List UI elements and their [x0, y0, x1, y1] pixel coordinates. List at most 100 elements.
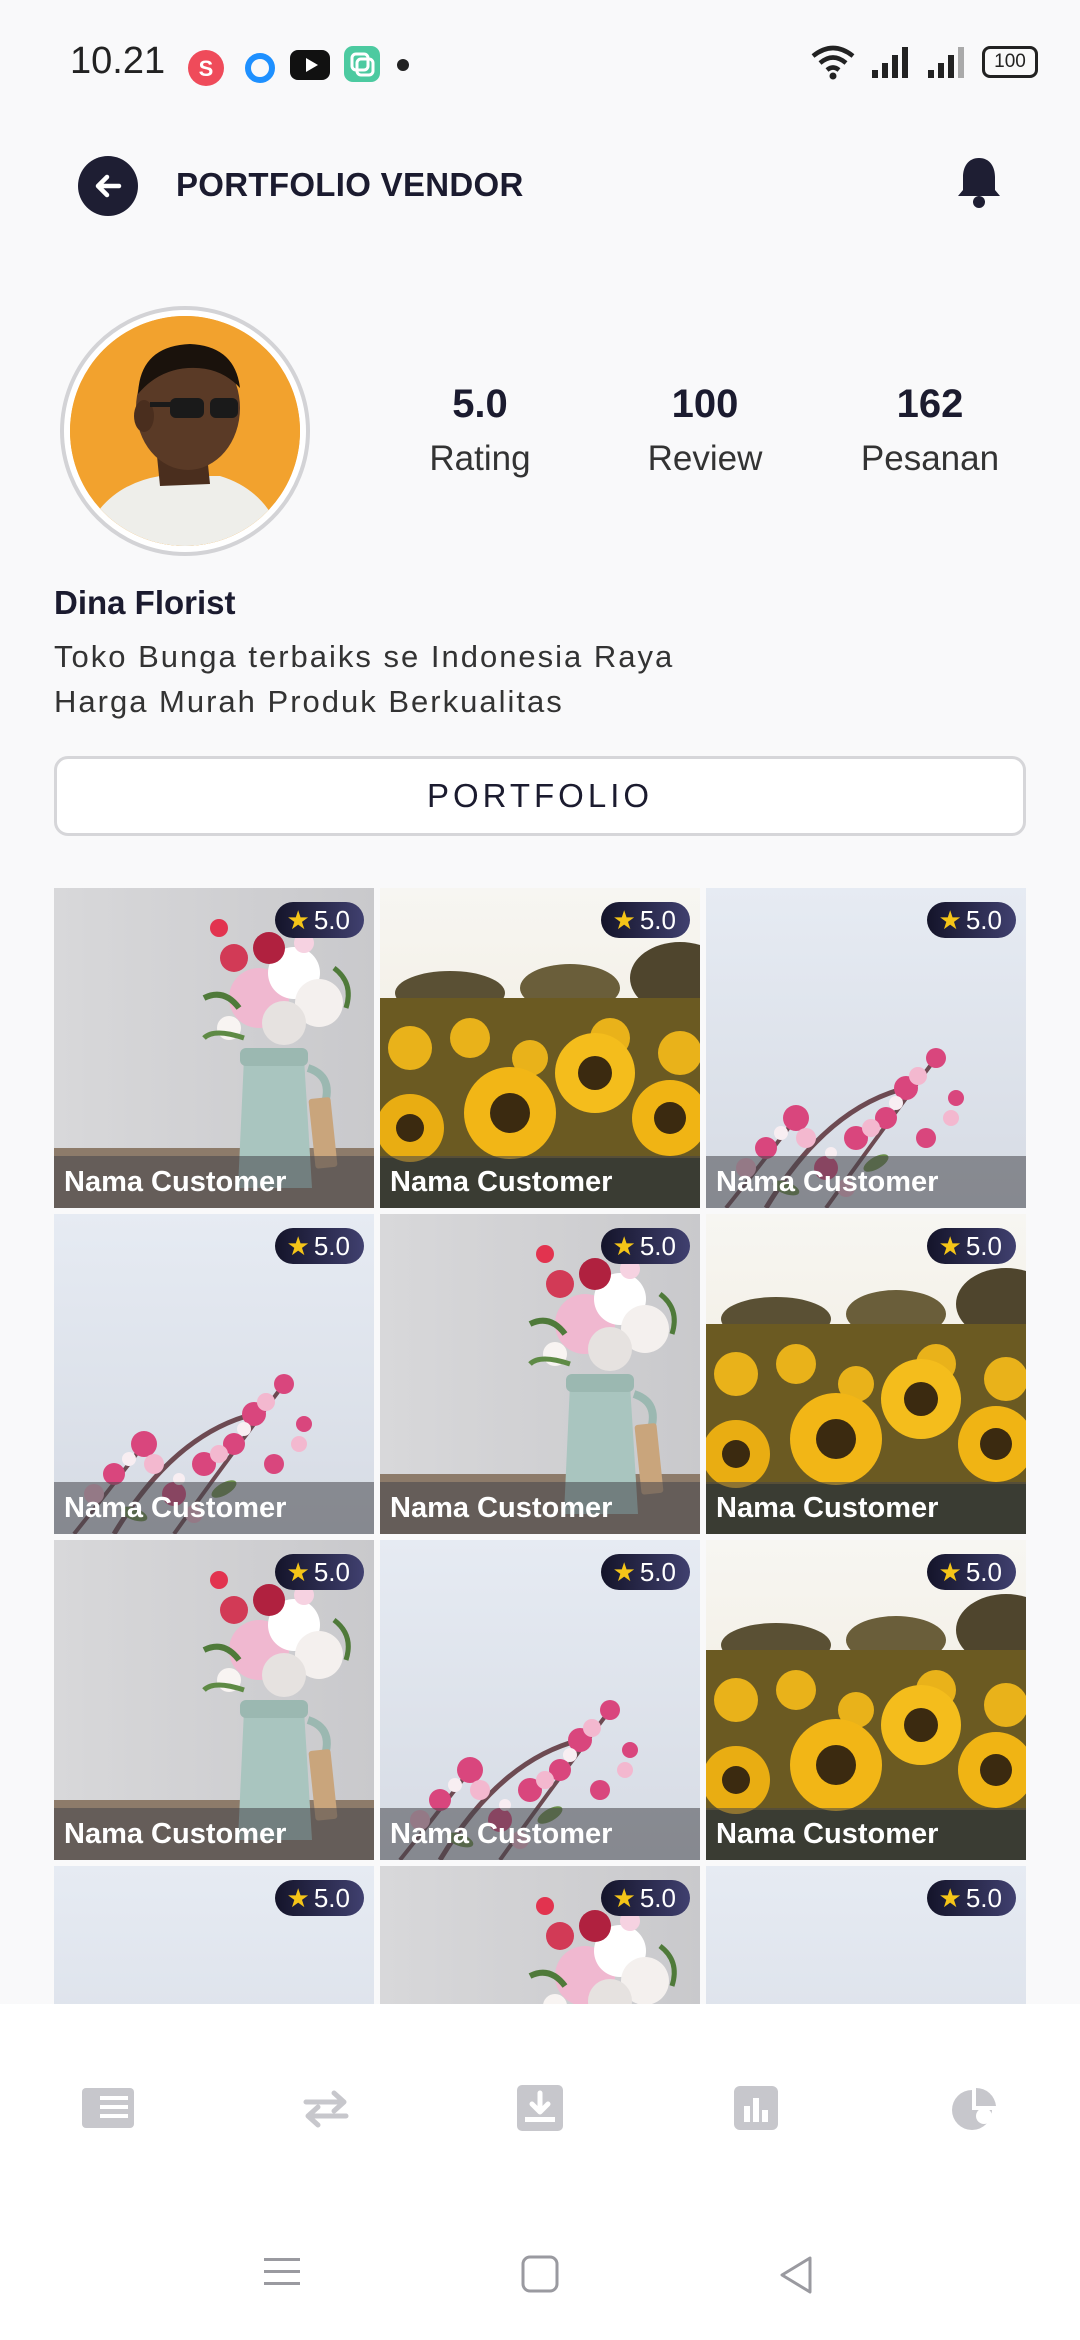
portfolio-tile[interactable]: ★ 5.0 Nama Customer	[54, 888, 374, 1208]
page-title: PORTFOLIO VENDOR	[176, 166, 524, 203]
rating-value: 5.0	[639, 904, 676, 935]
portfolio-tile[interactable]: ★ 5.0 Nama Customer	[706, 1540, 1026, 1860]
stat-review: 100 Review	[605, 382, 805, 479]
rating-value: 5.0	[639, 1882, 676, 1913]
stat-rating: 5.0 Rating	[380, 382, 580, 479]
arrow-left-icon	[95, 174, 122, 198]
menu-icon[interactable]	[262, 2254, 302, 2290]
tile-caption: Nama Customer	[380, 1156, 700, 1208]
star-icon: ★	[286, 1556, 310, 1587]
rating-value: 5.0	[965, 1230, 1002, 1261]
star-icon: ★	[938, 904, 962, 935]
vendor-name: Dina Florist	[54, 584, 236, 621]
rating-badge: ★ 5.0	[926, 1880, 1016, 1916]
dot-icon	[397, 59, 409, 71]
stat-value: 100	[671, 382, 739, 426]
nav-transfer[interactable]	[298, 2080, 354, 2136]
status-icons: 100	[810, 44, 1038, 80]
rating-badge: ★ 5.0	[926, 1228, 1016, 1264]
tile-caption: Nama Customer	[706, 1156, 1026, 1208]
app-header: PORTFOLIO VENDOR	[0, 140, 1080, 240]
portfolio-tile[interactable]: ★ 5.0 Nama Customer	[706, 1214, 1026, 1534]
rating-value: 5.0	[313, 904, 350, 935]
bell-icon[interactable]	[954, 154, 1004, 210]
signal-icon	[872, 47, 908, 78]
svg-text:S: S	[199, 56, 214, 81]
status-time: 10.21	[70, 40, 166, 82]
rating-value: 5.0	[965, 1882, 1002, 1913]
stat-label: Review	[647, 439, 763, 478]
bar-chart-icon	[734, 2086, 778, 2130]
stat-label: Rating	[429, 439, 531, 478]
star-icon: ★	[286, 1230, 310, 1261]
star-icon: ★	[612, 904, 636, 935]
rating-value: 5.0	[639, 1230, 676, 1261]
portfolio-tile[interactable]: ★ 5.0 Nama Customer	[380, 888, 700, 1208]
portfolio-tile[interactable]: ★ 5.0	[380, 1866, 700, 2004]
portfolio-tile[interactable]: ★ 5.0 Nama Customer	[706, 888, 1026, 1208]
back-button[interactable]	[78, 156, 138, 216]
portfolio-tile[interactable]: ★ 5.0 Nama Customer	[54, 1214, 374, 1534]
system-nav-bar	[0, 2214, 1080, 2340]
nav-inbox[interactable]	[512, 2080, 568, 2136]
rating-value: 5.0	[965, 904, 1002, 935]
ring-app-icon	[245, 53, 275, 83]
star-icon: ★	[938, 1882, 962, 1913]
bio-line: Harga Murah Produk Berkualitas	[54, 684, 564, 719]
rating-badge: ★ 5.0	[926, 1554, 1016, 1590]
rating-badge: ★ 5.0	[274, 1880, 364, 1916]
battery-icon: 100	[982, 46, 1038, 78]
stat-value: 162	[896, 382, 964, 426]
rating-value: 5.0	[313, 1230, 350, 1261]
transfer-icon	[303, 2090, 349, 2128]
stat-value: 5.0	[452, 382, 508, 426]
portfolio-tile[interactable]: ★ 5.0 Nama Customer	[54, 1540, 374, 1860]
tile-caption: Nama Customer	[380, 1482, 700, 1534]
tile-caption: Nama Customer	[380, 1808, 700, 1860]
portfolio-button[interactable]: PORTFOLIO	[54, 756, 1026, 836]
stat-orders: 162 Pesanan	[830, 382, 1030, 479]
wifi-icon	[811, 45, 855, 80]
vendor-bio: Toko Bunga terbaiks se Indonesia Raya Ha…	[54, 634, 674, 724]
star-icon: ★	[612, 1556, 636, 1587]
rating-value: 5.0	[313, 1882, 350, 1913]
newspaper-icon	[82, 2088, 134, 2128]
youtube-icon	[290, 50, 330, 80]
portfolio-tile[interactable]: ★ 5.0 Nama Customer	[380, 1540, 700, 1860]
home-square-icon[interactable]	[520, 2254, 560, 2294]
portfolio-tile[interactable]: ★ 5.0 Nama Customer	[380, 1214, 700, 1534]
pie-chart-icon	[952, 2087, 996, 2130]
battery-level: 100	[994, 51, 1026, 72]
rating-badge: ★ 5.0	[274, 902, 364, 938]
nav-profile[interactable]	[944, 2080, 1000, 2136]
rating-badge: ★ 5.0	[600, 902, 690, 938]
tile-caption: Nama Customer	[54, 1156, 374, 1208]
avatar[interactable]	[60, 306, 310, 556]
signal-icon	[928, 47, 964, 78]
gallery-app-icon	[344, 46, 380, 82]
rating-value: 5.0	[965, 1556, 1002, 1587]
rating-value: 5.0	[313, 1556, 350, 1587]
rating-badge: ★ 5.0	[600, 1880, 690, 1916]
bio-line: Toko Bunga terbaiks se Indonesia Raya	[54, 639, 675, 674]
s-app-icon: S	[188, 50, 224, 86]
profile-stats: 5.0 Rating 100 Review 162 Pesanan	[380, 382, 1030, 479]
tile-caption: Nama Customer	[54, 1482, 374, 1534]
portfolio-tile[interactable]: ★ 5.0	[706, 1866, 1026, 2004]
star-icon: ★	[612, 1882, 636, 1913]
tile-caption: Nama Customer	[54, 1808, 374, 1860]
nav-newspaper[interactable]	[80, 2080, 136, 2136]
star-icon: ★	[938, 1230, 962, 1261]
star-icon: ★	[286, 904, 310, 935]
back-triangle-icon[interactable]	[776, 2254, 816, 2296]
stat-label: Pesanan	[860, 439, 1000, 478]
portfolio-grid: ★5.0Nama Customer ★5.0Nama Customer	[54, 888, 1026, 2004]
star-icon: ★	[612, 1230, 636, 1261]
rating-badge: ★ 5.0	[600, 1554, 690, 1590]
rating-badge: ★ 5.0	[274, 1228, 364, 1264]
avatar-photo	[70, 316, 300, 546]
star-icon: ★	[286, 1882, 310, 1913]
portfolio-tile[interactable]: ★ 5.0	[54, 1866, 374, 2004]
rating-value: 5.0	[639, 1556, 676, 1587]
nav-stats[interactable]	[728, 2080, 784, 2136]
